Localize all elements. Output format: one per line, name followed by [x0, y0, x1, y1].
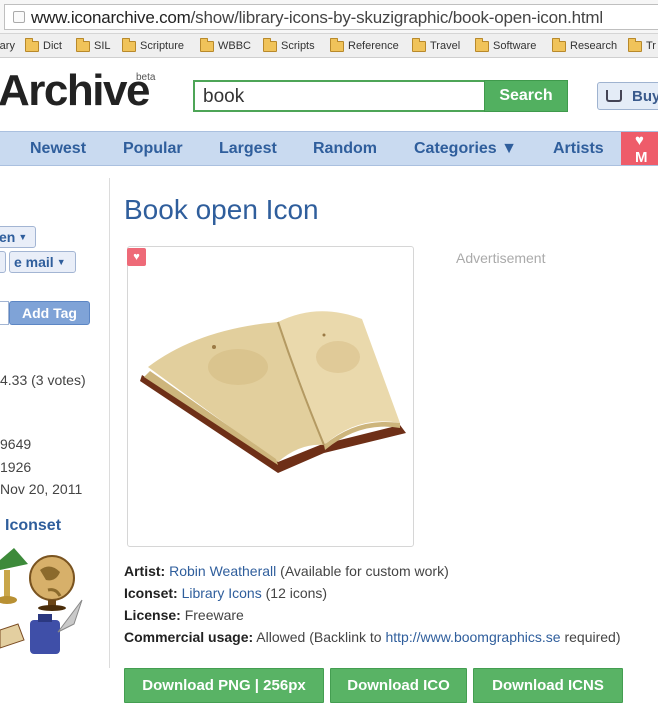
bookmark-item[interactable]: Scripture — [122, 37, 184, 54]
download-ico-button[interactable]: Download ICO — [330, 668, 467, 703]
address-bar: www.iconarchive.com/show/library-icons-b… — [0, 0, 658, 34]
artist-note: (Available for custom work) — [280, 563, 449, 579]
artist-label: Artist: — [124, 563, 166, 579]
bookmark-item[interactable]: Software — [475, 37, 536, 54]
date-text: Nov 20, 2011 — [0, 481, 83, 497]
iconset-link[interactable]: Library Icons — [182, 585, 262, 601]
search-input[interactable]: book — [193, 80, 484, 112]
folder-icon — [263, 37, 277, 52]
artist-line: Artist: Robin Weatherall (Available for … — [124, 563, 449, 579]
search-button[interactable]: Search — [484, 80, 568, 112]
iconset-heading: Iconset — [5, 517, 62, 534]
bookmark-item[interactable]: Scripts — [263, 37, 315, 54]
folder-icon — [412, 37, 426, 52]
nav-newest[interactable]: Newest — [30, 140, 86, 158]
rating-text: 4.33 (3 votes) — [0, 372, 86, 388]
email-dropdown[interactable]: e mail ▼ — [9, 251, 76, 273]
folder-icon — [475, 37, 489, 52]
commercial-value: Allowed (Backlink to — [256, 629, 382, 645]
page-favicon-icon — [13, 11, 25, 23]
language-dropdown[interactable]: en ▼ — [0, 226, 36, 248]
buy-button[interactable]: Buy — [597, 82, 658, 110]
caret-down-icon: ▼ — [56, 257, 66, 267]
nav-love-button[interactable]: ♥ M — [621, 132, 658, 166]
nav-popular[interactable]: Popular — [123, 140, 183, 158]
bookmark-item[interactable]: Travel — [412, 37, 460, 54]
download-png-button[interactable]: Download PNG | 256px — [124, 668, 324, 703]
globe-icon[interactable] — [29, 555, 75, 611]
iconset-thumbnails — [0, 548, 83, 654]
buy-button-label: Buy — [632, 87, 658, 105]
folder-icon — [552, 37, 566, 52]
cart-icon — [606, 90, 622, 102]
license-line: License: Freeware — [124, 607, 244, 623]
url-field[interactable]: www.iconarchive.com/show/library-icons-b… — [4, 4, 658, 30]
column-divider — [109, 178, 110, 668]
bookmark-item[interactable]: WBBC — [200, 37, 251, 54]
add-tag-button[interactable]: Add Tag — [9, 301, 90, 325]
nav-categories[interactable]: Categories ▼ — [414, 140, 517, 158]
bookmark-item[interactable]: Tr — [628, 37, 656, 54]
lamp-icon[interactable] — [0, 548, 28, 604]
beta-label: beta — [136, 72, 156, 83]
nav-random[interactable]: Random — [313, 140, 377, 158]
commercial-line: Commercial usage: Allowed (Backlink to h… — [124, 629, 620, 645]
nav-artists[interactable]: Artists — [553, 140, 604, 158]
nav-largest[interactable]: Largest — [219, 140, 277, 158]
book-icon[interactable] — [0, 623, 25, 649]
bookmark-item[interactable]: rary — [0, 38, 15, 54]
bookmark-item[interactable]: Reference — [330, 37, 399, 54]
artist-link[interactable]: Robin Weatherall — [169, 563, 276, 579]
tag-input[interactable] — [0, 301, 9, 325]
email-dropdown-label: e mail — [14, 254, 54, 270]
bookmark-item[interactable]: Dict — [25, 37, 62, 54]
icon-preview — [127, 246, 414, 547]
bookmark-item[interactable]: Research — [552, 37, 617, 54]
folder-icon — [122, 37, 136, 52]
iconset-count: (12 icons) — [265, 585, 328, 601]
iconset-line: Iconset: Library Icons (12 icons) — [124, 585, 327, 601]
url-text: www.iconarchive.com/show/library-icons-b… — [31, 8, 603, 27]
caret-down-icon: ▼ — [18, 232, 28, 242]
commercial-label: Commercial usage: — [124, 629, 254, 645]
share-button[interactable] — [0, 251, 6, 273]
commercial-suffix: required) — [564, 629, 621, 645]
license-value: Freeware — [184, 607, 244, 623]
bookmarks-bar: rary Dict SIL Scripture WBBC Scripts Ref… — [0, 34, 658, 58]
download-icns-button[interactable]: Download ICNS — [473, 668, 623, 703]
language-dropdown-label: en — [0, 229, 16, 245]
folder-icon — [25, 37, 39, 52]
folder-icon — [628, 37, 642, 52]
main-nav: Newest Popular Largest Random Categories… — [0, 131, 658, 166]
folder-icon — [200, 37, 214, 52]
bookmark-item[interactable]: SIL — [76, 37, 111, 54]
stat-value: 9649 — [0, 436, 32, 452]
site-logo[interactable]: Archive — [0, 66, 150, 116]
favorite-heart-icon[interactable]: ♥ — [127, 248, 146, 266]
license-label: License: — [124, 607, 181, 623]
stat-value: 1926 — [0, 459, 32, 475]
folder-icon — [76, 37, 90, 52]
book-open-icon — [140, 311, 406, 473]
advertisement-label: Advertisement — [456, 250, 546, 266]
backlink-link[interactable]: http://www.boomgraphics.se — [385, 629, 560, 645]
folder-icon — [330, 37, 344, 52]
page-title: Book open Icon — [124, 194, 319, 225]
iconset-label: Iconset: — [124, 585, 178, 601]
